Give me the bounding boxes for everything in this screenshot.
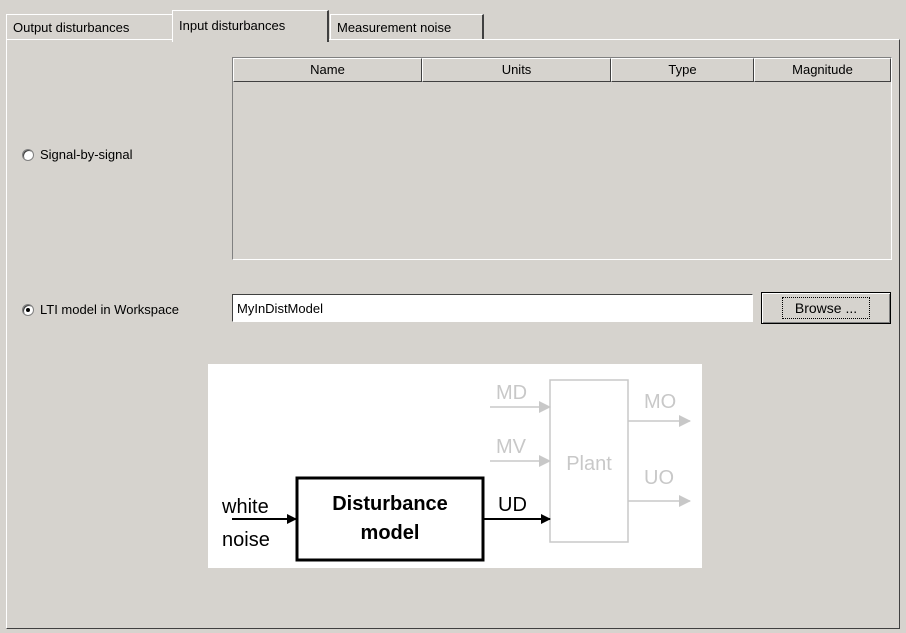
disturbance-diagram: Plant MD MV MO UO white noise Disturbanc… <box>208 364 702 568</box>
signal-table[interactable]: Name Units Type Magnitude <box>232 57 892 260</box>
column-header-name[interactable]: Name <box>233 58 422 82</box>
diagram-svg: Plant MD MV MO UO white noise Disturbanc… <box>221 379 691 562</box>
table-header: Name Units Type Magnitude <box>233 58 891 82</box>
tab-measurement-noise[interactable]: Measurement noise <box>330 14 484 40</box>
browse-button[interactable]: Browse ... <box>761 292 891 324</box>
lti-model-radio[interactable] <box>22 303 34 316</box>
column-header-units[interactable]: Units <box>422 58 611 82</box>
white-noise-label-1: white <box>221 496 269 518</box>
disturbance-model-label-2: model <box>361 522 420 544</box>
md-label: MD <box>496 382 527 404</box>
browse-button-label: Browse ... <box>781 297 871 319</box>
column-header-type[interactable]: Type <box>611 58 754 82</box>
signal-by-signal-label: Signal-by-signal <box>40 147 133 162</box>
tab-input-disturbances[interactable]: Input disturbances <box>172 10 329 42</box>
disturbance-model-block <box>295 476 485 562</box>
disturbance-model-label-1: Disturbance <box>332 493 448 515</box>
model-name-input[interactable] <box>232 294 753 322</box>
white-noise-label-2: noise <box>222 529 270 551</box>
mo-label: MO <box>644 391 676 413</box>
mv-label: MV <box>496 436 527 458</box>
uo-label: UO <box>644 467 674 489</box>
tab-output-disturbances[interactable]: Output disturbances <box>6 14 174 40</box>
signal-by-signal-option[interactable]: Signal-by-signal <box>22 147 133 162</box>
lti-model-label: LTI model in Workspace <box>40 302 179 317</box>
column-header-magnitude[interactable]: Magnitude <box>754 58 891 82</box>
ud-label: UD <box>498 494 527 516</box>
signal-by-signal-radio[interactable] <box>22 148 34 161</box>
lti-model-option[interactable]: LTI model in Workspace <box>22 302 179 317</box>
plant-label: Plant <box>566 453 612 475</box>
